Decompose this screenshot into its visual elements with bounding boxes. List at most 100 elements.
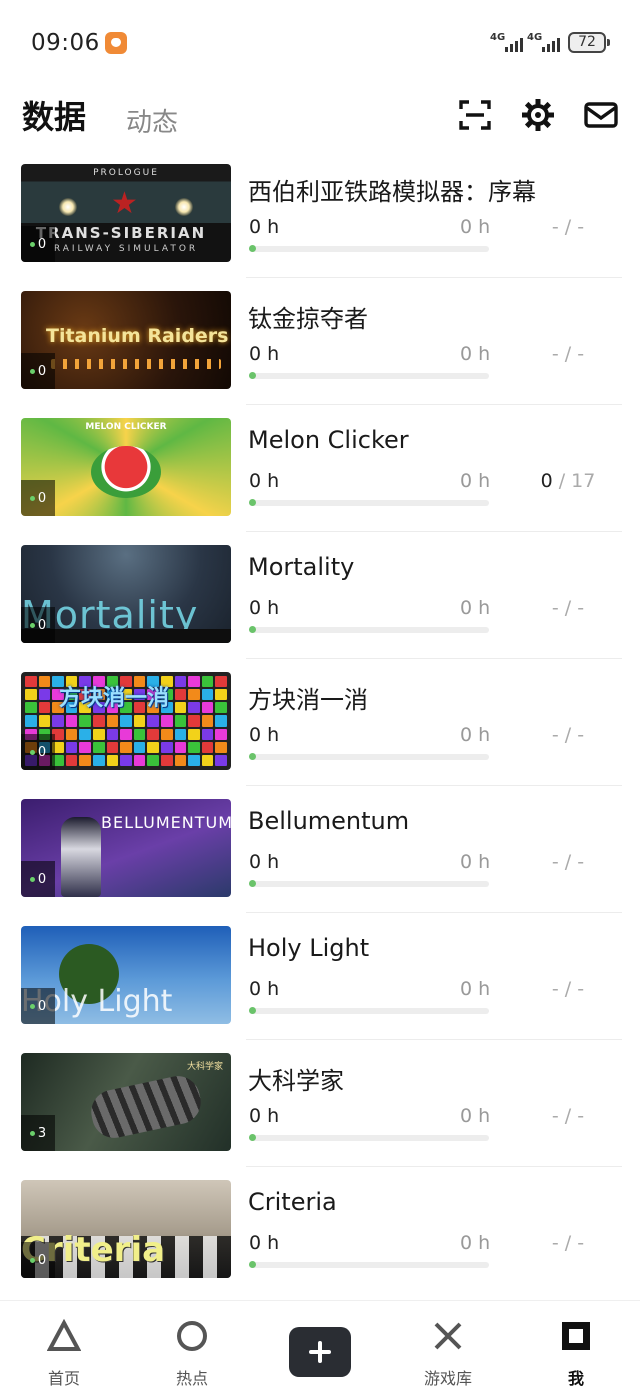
- cover-text: BELLUMENTUM: [101, 813, 231, 832]
- game-row[interactable]: Titanium Raiders 0 钛金掠夺者 0 h 0 h - / -: [0, 277, 640, 404]
- playtime-recent: 0 h: [460, 851, 491, 873]
- online-dot-icon: [29, 495, 35, 501]
- game-title: Bellumentum: [248, 807, 410, 835]
- progress-dot: [249, 753, 256, 760]
- cover-text: Titanium Raiders: [46, 325, 229, 347]
- friends-badge: 0: [21, 734, 55, 770]
- playtime-total: 0 h: [249, 851, 280, 873]
- achievement-progress-bar: [249, 753, 489, 760]
- online-dot-icon: [29, 1003, 35, 1009]
- friends-badge: 0: [21, 226, 55, 262]
- game-row[interactable]: MELON CLICKER 0 Melon Clicker 0 h 0 h 0 / 17: [0, 404, 640, 531]
- playtime-total: 0 h: [249, 343, 280, 365]
- game-title: 钛金掠夺者: [248, 305, 368, 333]
- progress-dot: [249, 245, 256, 252]
- game-cover[interactable]: Titanium Raiders 0: [21, 291, 231, 389]
- network-type-label-2: 4G: [527, 32, 543, 43]
- friends-badge: 0: [21, 607, 55, 643]
- progress-dot: [249, 1007, 256, 1014]
- nav-home[interactable]: 首页: [0, 1301, 128, 1400]
- cover-text: MELON CLICKER: [85, 422, 167, 432]
- game-row[interactable]: Criteria 0 Criteria 0 h 0 h - / -: [0, 1166, 640, 1293]
- game-title: Mortality: [248, 553, 355, 581]
- nav-library[interactable]: 游戏库: [384, 1301, 512, 1400]
- badge-count: 0: [37, 998, 47, 1014]
- achievements-count: - / -: [520, 1105, 616, 1127]
- row-divider: [246, 531, 622, 532]
- gear-icon[interactable]: [521, 98, 555, 132]
- nav-hot[interactable]: 热点: [128, 1301, 256, 1400]
- game-row[interactable]: 方块消一消 0 方块消一消 0 h 0 h - / -: [0, 658, 640, 785]
- game-row[interactable]: PROLOGUE ★ TRANS-SIBERIAN RAILWAY SIMULATOR…: [0, 150, 640, 277]
- playtime-recent: 0 h: [460, 470, 491, 492]
- badge-count: 3: [37, 1125, 47, 1141]
- achievements-unlocked: 0: [540, 470, 553, 492]
- achievement-progress-bar: [249, 372, 489, 379]
- row-divider: [246, 785, 622, 786]
- progress-dot: [249, 1261, 256, 1268]
- playtime-total: 0 h: [249, 597, 280, 619]
- battery-level: 72: [578, 34, 596, 50]
- achievement-progress-bar: [249, 1007, 489, 1014]
- badge-count: 0: [37, 871, 47, 887]
- online-dot-icon: [29, 749, 35, 755]
- badge-count: 0: [37, 617, 47, 633]
- friends-badge: 0: [21, 353, 55, 389]
- cover-text: 方块消一消: [59, 686, 170, 711]
- battery-icon: 72: [568, 32, 610, 53]
- playtime-recent: 0 h: [460, 724, 491, 746]
- achievements-count: - / -: [520, 343, 616, 365]
- playtime-recent: 0 h: [460, 1105, 491, 1127]
- nav-me-label: 我: [567, 1369, 584, 1388]
- scan-icon[interactable]: [458, 98, 492, 132]
- playtime-recent: 0 h: [460, 216, 491, 238]
- row-divider: [246, 912, 622, 913]
- playtime-total: 0 h: [249, 1105, 280, 1127]
- triangle-icon: [47, 1319, 81, 1351]
- game-title: Melon Clicker: [248, 426, 409, 454]
- friends-badge: 0: [21, 861, 55, 897]
- playtime-recent: 0 h: [460, 1232, 491, 1254]
- game-cover[interactable]: PROLOGUE ★ TRANS-SIBERIAN RAILWAY SIMULATOR…: [21, 164, 231, 262]
- achievements-count: - / -: [520, 724, 616, 746]
- cover-text: PROLOGUE: [93, 168, 159, 178]
- network-type-label: 4G: [490, 32, 506, 43]
- friends-badge: 0: [21, 988, 55, 1024]
- row-divider: [246, 1166, 622, 1167]
- playtime-total: 0 h: [249, 978, 280, 1000]
- friends-badge: 0: [21, 480, 55, 516]
- badge-count: 0: [37, 744, 47, 760]
- game-cover[interactable]: Mortality 0: [21, 545, 231, 643]
- nav-me[interactable]: 我: [512, 1301, 640, 1400]
- online-dot-icon: [29, 876, 35, 882]
- progress-dot: [249, 372, 256, 379]
- game-cover[interactable]: 大科学家 3: [21, 1053, 231, 1151]
- achievements-total: - / -: [551, 724, 585, 746]
- progress-dot: [249, 499, 256, 506]
- badge-count: 0: [37, 490, 47, 506]
- nav-home-label: 首页: [47, 1369, 80, 1388]
- progress-dot: [249, 880, 256, 887]
- status-bar: 09:06 4G 4G 72: [0, 0, 640, 84]
- playtime-total: 0 h: [249, 724, 280, 746]
- game-row[interactable]: Mortality 0 Mortality 0 h 0 h - / -: [0, 531, 640, 658]
- game-cover[interactable]: Criteria 0: [21, 1180, 231, 1278]
- tab-feed[interactable]: 动态: [126, 102, 178, 139]
- app-notification-icon: [105, 32, 127, 54]
- cross-icon: [434, 1322, 462, 1350]
- game-row[interactable]: Holy Light 0 Holy Light 0 h 0 h - / -: [0, 912, 640, 1039]
- achievement-progress-bar: [249, 499, 489, 506]
- playtime-total: 0 h: [249, 216, 280, 238]
- game-cover[interactable]: BELLUMENTUM 0: [21, 799, 231, 897]
- cover-text: 大科学家: [186, 1062, 223, 1072]
- game-row[interactable]: 大科学家 3 大科学家 0 h 0 h - / -: [0, 1039, 640, 1166]
- add-button[interactable]: [289, 1327, 351, 1377]
- game-cover[interactable]: MELON CLICKER 0: [21, 418, 231, 516]
- game-title: 西伯利亚铁路模拟器：序幕: [248, 178, 536, 206]
- game-cover[interactable]: 方块消一消 0: [21, 672, 231, 770]
- mail-icon[interactable]: [584, 98, 618, 132]
- game-cover[interactable]: Holy Light 0: [21, 926, 231, 1024]
- game-row[interactable]: BELLUMENTUM 0 Bellumentum 0 h 0 h - / -: [0, 785, 640, 912]
- tab-data[interactable]: 数据: [22, 92, 86, 138]
- achievement-progress-bar: [249, 1134, 489, 1141]
